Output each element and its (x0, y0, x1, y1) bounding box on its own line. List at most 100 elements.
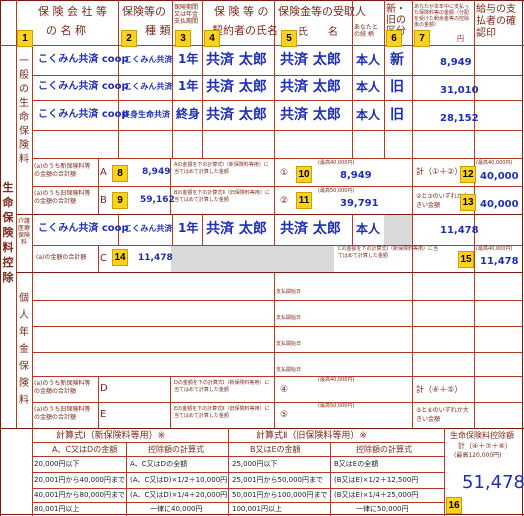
side-general: 一般の生命保険料 (19, 56, 29, 165)
A-calc-label: Aの金額を下の計算式Ⅰ（新保険料等用）に当てはめて計算した金額 (174, 162, 269, 175)
row-relation: 本人 (356, 222, 381, 236)
circle-2: ② (280, 196, 289, 206)
header-type-2: 種 類 (145, 24, 171, 37)
row-amount: 11,478 (440, 225, 479, 236)
col-line (118, 0, 119, 158)
row-line (32, 158, 522, 159)
badge-13: 13 (460, 194, 476, 211)
formula2-range: 25,000円以下 (232, 460, 278, 468)
badge-15: 15 (458, 251, 474, 268)
formula1-title: 計算式Ⅰ（新保険料等用）※ (56, 431, 166, 441)
row-company: こくみん共済 coop (38, 54, 129, 65)
row-line (32, 402, 522, 403)
row-line (32, 186, 522, 187)
row-amount: 31,010 (440, 85, 479, 96)
row-line (16, 272, 522, 273)
formula1-calc: (A、C又はD)×1/2＋10,000円 (130, 476, 228, 484)
header-recipient-name: 氏 名 (298, 27, 338, 38)
row-line (32, 75, 522, 76)
D-label: (a)のうち新保険料等の金額の合計額 (34, 380, 91, 395)
max-label: (最高50,000円) (318, 403, 355, 409)
circle-5: ⑤ (280, 410, 289, 420)
A-value: 8,949 (142, 167, 171, 177)
col-line (330, 442, 331, 516)
formula2-calc: (B又はE)×1/4＋25,000円 (334, 491, 419, 499)
B-label: (a)のうち旧保険料等の金額の合計額 (34, 190, 91, 205)
max-label: (最高50,000円) (318, 188, 355, 194)
badge-1: 1 (17, 30, 33, 47)
row-line (32, 488, 444, 489)
col-line (228, 428, 229, 516)
E-letter: E (100, 409, 107, 420)
D-calc-label: Dの金額を下の計算式Ⅰ（新保険料等用）に当てはめて計算した金額 (174, 380, 270, 393)
badge-8: 8 (112, 165, 128, 182)
row-newold: 旧 (390, 107, 404, 123)
formula2-title: 計算式Ⅱ（旧保険料等用）※ (256, 431, 367, 441)
row-type: こくみん共済 (124, 55, 173, 64)
B-calc-label: Bの金額を下の計算式Ⅱ（旧保険料等用）に当てはめて計算した金額 (174, 190, 270, 203)
col-line (32, 428, 33, 516)
col-line (172, 0, 173, 158)
formula2-range: 25,001円から50,000円まで (232, 476, 323, 484)
row-line (32, 456, 444, 457)
row-type: こくみん共済 (124, 224, 173, 233)
circle-4: ④ (280, 385, 289, 395)
header-insured-2: 契約者の氏名 (212, 24, 278, 37)
row-line (32, 130, 522, 131)
row-type: 終身生命共済 (122, 110, 170, 119)
max-label: (最高40,000円) (476, 246, 513, 252)
pay-start: 支払開始日 (276, 341, 302, 347)
D-letter: D (100, 383, 108, 394)
row-newold: 新 (390, 52, 404, 68)
row-line (32, 442, 444, 443)
sum-label: 計（①＋②） (416, 167, 463, 176)
row-recipient: 共済 太郎 (280, 52, 341, 68)
max-label: (最高40,000円) (318, 377, 355, 383)
formula2-calc: (B又はE)×1/2＋12,500円 (334, 476, 419, 484)
sum-value: 40,000 (480, 171, 519, 182)
badge-2: 2 (121, 30, 137, 47)
row-company: こくみん共済 coop (38, 109, 129, 120)
C-calc-label: Cの金額を下の計算式Ⅰ（新保険料等用）に当てはめて計算した金額 (338, 246, 438, 259)
side-main: 生命保険料控除 (2, 181, 14, 284)
calc1-value: 8,949 (340, 170, 372, 181)
C-letter: C (100, 253, 107, 264)
col-line (98, 158, 99, 214)
frame-left (0, 0, 1, 516)
row-amount: 8,949 (440, 57, 472, 68)
total-value: 51,478 (462, 472, 524, 493)
formula1-calc: A、C又はDの全額 (130, 460, 188, 468)
badge-3: 3 (175, 30, 191, 47)
header-insured: 保 険 等 の (214, 5, 269, 18)
formula2-range: 50,001円から100,000円まで (232, 491, 328, 499)
max-label: (最高40,000円) (476, 160, 513, 166)
formula2-h1: B又はEの金額 (250, 445, 301, 454)
formula1-h1: A、C又はDの金額 (52, 445, 118, 454)
either-value: 40,000 (480, 199, 519, 210)
C-value: 11,478 (138, 253, 173, 263)
A-letter: A (100, 167, 107, 178)
row-line (32, 100, 522, 101)
formula1-range: 20,001円から40,000円まで (34, 476, 125, 484)
row-line (32, 300, 522, 301)
A-label: (a)のうち新保険料等の金額の合計額 (34, 163, 91, 178)
badge-4: 4 (204, 30, 220, 47)
formula1-range: 40,001円から80,000円まで (34, 491, 125, 499)
badge-5: 5 (281, 30, 297, 47)
calc2-value: 39,791 (340, 198, 379, 209)
row-relation: 本人 (356, 108, 381, 122)
row-type: こくみん共済 (124, 82, 173, 91)
either2-label: ⑤と⑥のいずれか大きい金額 (416, 407, 469, 423)
col-line (98, 245, 99, 272)
pay-start: 支払開始日 (276, 315, 302, 321)
disabled-cell (384, 215, 412, 245)
col-line (98, 376, 99, 428)
pay-start: 支払開始日 (276, 289, 302, 295)
row-line (32, 376, 522, 377)
row-line (16, 214, 522, 215)
B-value: 59,162 (140, 195, 175, 205)
header-company-2: の 名 称 (46, 24, 86, 37)
E-label: (a)のうち旧保険料等の金額の合計額 (34, 406, 91, 421)
row-line (0, 45, 524, 46)
row-insured: 共済 太郎 (206, 107, 267, 123)
